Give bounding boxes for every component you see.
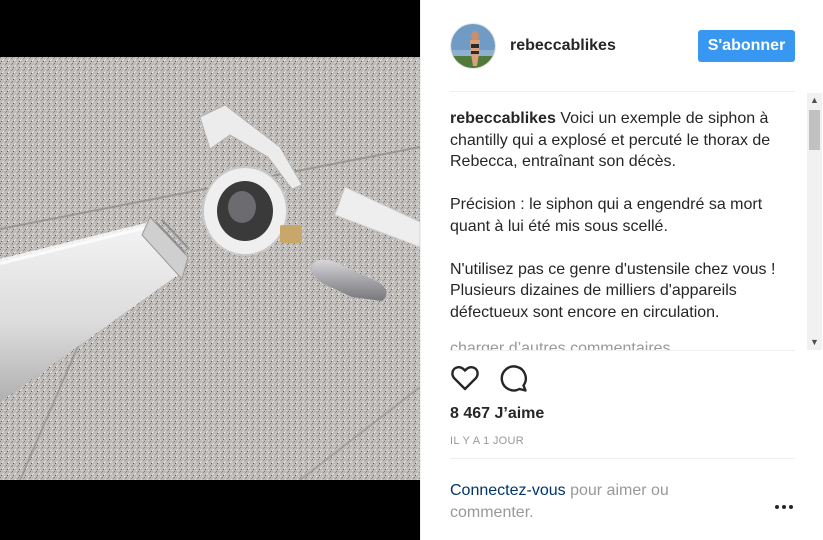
post-sidebar: rebeccablikes S'abonner rebeccablikes Vo…: [420, 0, 823, 540]
comments-scrollbar[interactable]: ▲ ▼: [807, 93, 822, 350]
caption-paragraph: N'utilisez pas ce genre d'ustensile chez…: [450, 260, 776, 321]
comments-section: rebeccablikes Voici un exemple de siphon…: [450, 93, 795, 350]
login-prompt: Connectez-vous pour aimer ou commenter.: [450, 480, 740, 523]
avatar[interactable]: [450, 22, 496, 69]
post-caption: rebeccablikes Voici un exemple de siphon…: [450, 93, 795, 323]
scrollbar-thumb[interactable]: [809, 110, 820, 150]
more-options-button[interactable]: [773, 497, 795, 517]
login-prompt-bar: Connectez-vous pour aimer ou commenter.: [450, 458, 795, 540]
heart-icon: [451, 365, 479, 391]
post-media: [0, 0, 420, 540]
likes-count[interactable]: 8 467 J’aime: [450, 405, 544, 423]
caption-paragraph: rebeccablikes Voici un exemple de siphon…: [450, 108, 795, 173]
instagram-post: rebeccablikes S'abonner rebeccablikes Vo…: [0, 0, 823, 540]
ellipsis-icon: [775, 505, 793, 509]
photo-illustration: [0, 57, 420, 480]
scroll-up-arrow-icon[interactable]: ▲: [807, 93, 822, 108]
action-icons: [450, 363, 546, 393]
scroll-down-arrow-icon[interactable]: ▼: [807, 335, 822, 350]
comment-bubble-icon: [500, 365, 527, 392]
comment-button[interactable]: [498, 363, 528, 393]
load-more-comments-link[interactable]: charger d’autres commentaires: [450, 339, 795, 351]
like-button[interactable]: [450, 363, 480, 393]
post-photo[interactable]: [0, 57, 420, 480]
post-header: rebeccablikes S'abonner: [450, 0, 795, 92]
caption-username[interactable]: rebeccablikes: [450, 110, 556, 127]
login-link[interactable]: Connectez-vous: [450, 482, 566, 499]
post-actions: 8 467 J’aime IL Y A 1 JOUR: [450, 350, 795, 462]
caption-paragraph: Précision : le siphon qui a engendré sa …: [450, 196, 763, 235]
follow-button[interactable]: S'abonner: [698, 30, 795, 62]
post-timestamp[interactable]: IL Y A 1 JOUR: [450, 435, 524, 447]
username[interactable]: rebeccablikes: [510, 37, 616, 55]
avatar-image: [451, 23, 495, 68]
